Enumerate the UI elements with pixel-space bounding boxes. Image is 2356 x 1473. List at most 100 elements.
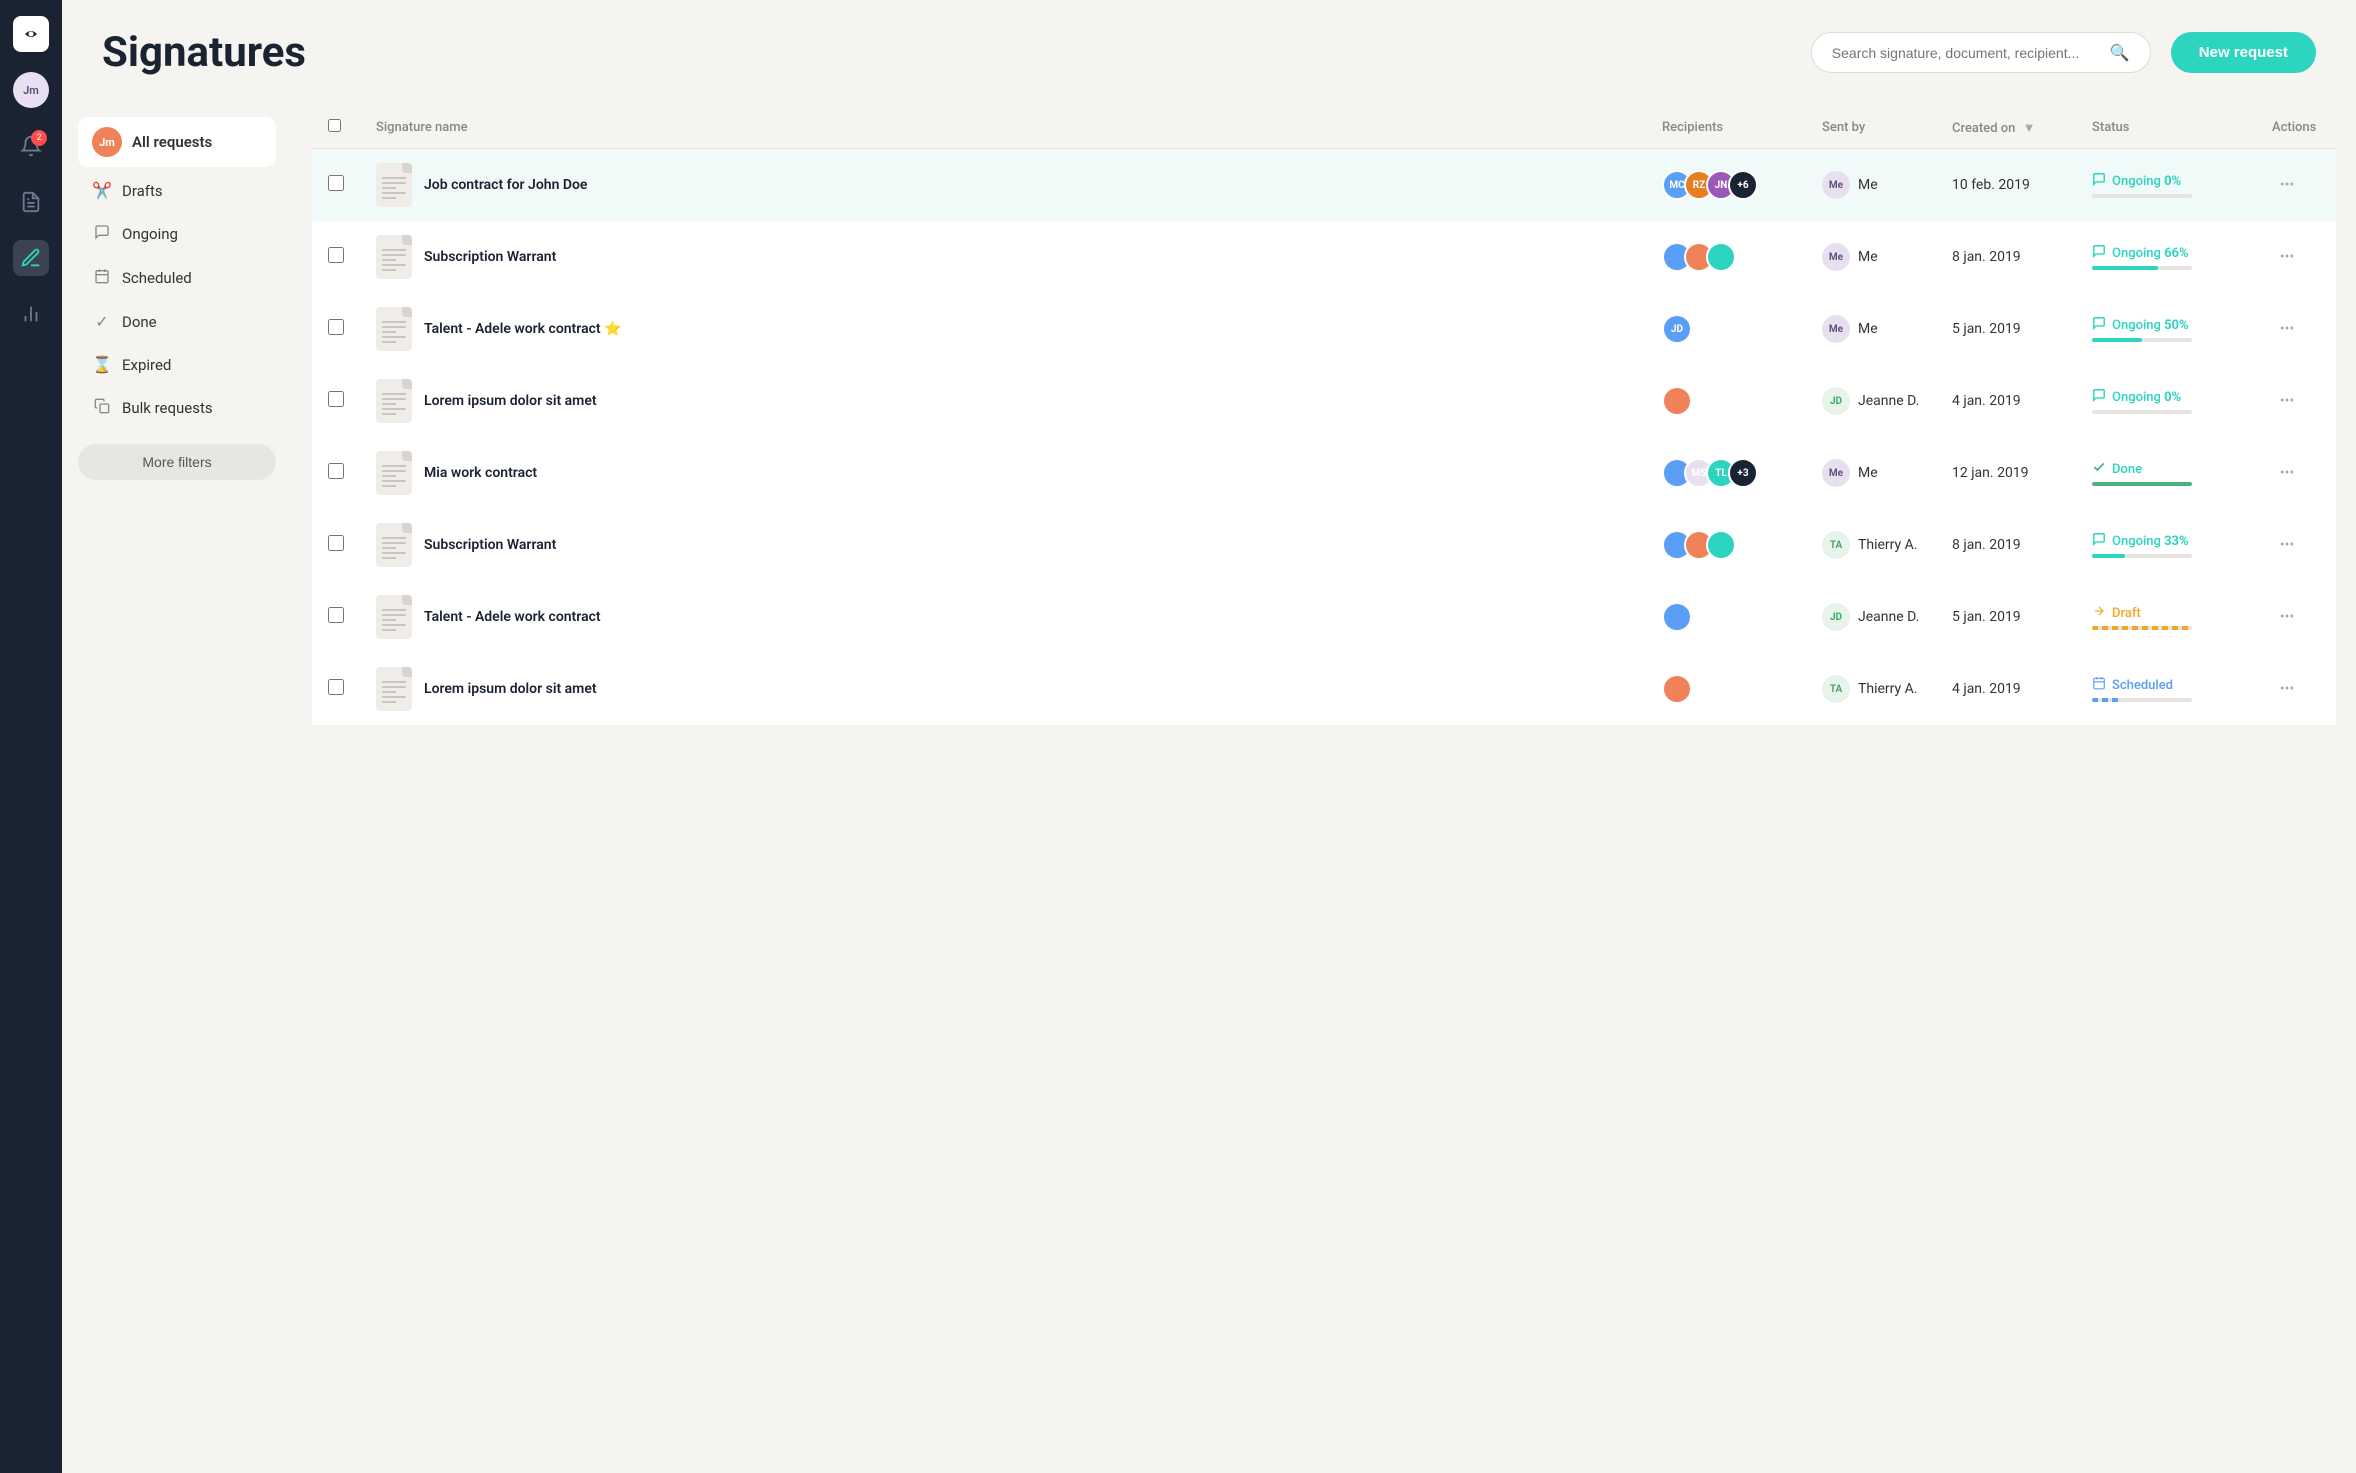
status-label: Ongoing 66% [2092,244,2240,262]
row-checkbox-cell [312,149,360,221]
row-recipients-cell: JD [1646,293,1806,365]
sidebar-item-done[interactable]: ✓ Done [78,302,276,341]
row-actions-cell: ••• [2256,221,2336,293]
doc-cell: Mia work contract [376,451,1630,495]
table-row[interactable]: Lorem ipsum dolor sit amet TA Thierry A.… [312,653,2336,725]
status-label: Ongoing 50% [2092,316,2240,334]
table-row[interactable]: Talent - Adele work contract ⭐ JD Me Me … [312,293,2336,365]
doc-name: Mia work contract [424,465,537,481]
row-checkbox[interactable] [328,607,344,623]
th-actions: Actions [2256,107,2336,149]
recipient-avatar [1662,386,1692,416]
table-area: Signature name Recipients Sent by Create… [292,97,2356,1473]
actions-menu-button[interactable]: ••• [2272,530,2302,560]
sender-avatar: Me [1822,243,1850,271]
sidebar-item-all-requests[interactable]: Jm All requests [78,117,276,167]
doc-cell: Subscription Warrant [376,523,1630,567]
table-row[interactable]: Subscription Warrant TA Thierry A. 8 jan… [312,509,2336,581]
row-checkbox-cell [312,293,360,365]
notification-badge: 2 [31,130,47,146]
row-checkbox[interactable] [328,535,344,551]
th-status: Status [2076,107,2256,149]
recipients-avatars: JD [1662,314,1790,344]
row-checkbox[interactable] [328,391,344,407]
row-date-cell: 12 jan. 2019 [1936,437,2076,509]
row-actions-cell: ••• [2256,365,2336,437]
doc-thumbnail [376,667,412,711]
sidebar-item-drafts[interactable]: ✂️ Drafts [78,171,276,210]
th-sent-by: Sent by [1806,107,1936,149]
row-checkbox[interactable] [328,319,344,335]
status-cell: Scheduled [2092,676,2240,702]
doc-name: Talent - Adele work contract ⭐ [424,321,622,337]
all-requests-avatar: Jm [92,127,122,157]
table-row[interactable]: Talent - Adele work contract JD Jeanne D… [312,581,2336,653]
row-recipients-cell [1646,221,1806,293]
actions-menu-button[interactable]: ••• [2272,170,2302,200]
sidebar-item-ongoing[interactable]: Ongoing [78,214,276,254]
sidebar-item-done-label: Done [122,313,157,331]
nav-documents[interactable] [13,184,49,220]
table-row[interactable]: Job contract for John Doe MCRZJN+6 Me Me… [312,149,2336,221]
row-status-cell: Ongoing 0% [2076,365,2256,437]
calendar-icon [92,268,112,288]
signatures-table: Signature name Recipients Sent by Create… [312,107,2336,725]
search-input[interactable] [1832,45,2100,61]
row-status-cell: Done [2076,437,2256,509]
row-actions-cell: ••• [2256,149,2336,221]
row-status-cell: Ongoing 0% [2076,149,2256,221]
table-row[interactable]: Lorem ipsum dolor sit amet JD Jeanne D. … [312,365,2336,437]
status-icon [2092,244,2106,262]
actions-menu-button[interactable]: ••• [2272,314,2302,344]
doc-name: Subscription Warrant [424,249,556,265]
sender-avatar: TA [1822,531,1850,559]
row-sender-cell: Me Me [1806,149,1936,221]
nav-analytics[interactable] [13,296,49,332]
nav-signatures[interactable] [13,240,49,276]
row-checkbox[interactable] [328,175,344,191]
th-created-on[interactable]: Created on ▼ [1936,107,2076,149]
recipients-avatars [1662,674,1790,704]
status-icon [2092,172,2106,190]
search-bar[interactable]: 🔍 [1811,32,2151,73]
status-icon [2092,460,2106,478]
row-status-cell: Draft [2076,581,2256,653]
recipients-avatars [1662,386,1790,416]
row-recipients-cell: MSTL+3 [1646,437,1806,509]
copy-icon [92,398,112,418]
row-name-cell: Talent - Adele work contract ⭐ [360,293,1646,365]
sender-cell: TA Thierry A. [1822,675,1920,703]
more-filters-button[interactable]: More filters [78,444,276,480]
row-name-cell: Job contract for John Doe [360,149,1646,221]
row-checkbox[interactable] [328,679,344,695]
doc-cell: Job contract for John Doe [376,163,1630,207]
table-row[interactable]: Mia work contract MSTL+3 Me Me 12 jan. 2… [312,437,2336,509]
nav-notifications[interactable]: 2 [13,128,49,164]
sidebar-item-expired[interactable]: ⌛ Expired [78,345,276,384]
actions-menu-button[interactable]: ••• [2272,386,2302,416]
row-name-cell: Lorem ipsum dolor sit amet [360,365,1646,437]
sender-avatar: JD [1822,603,1850,631]
actions-menu-button[interactable]: ••• [2272,602,2302,632]
doc-cell: Talent - Adele work contract [376,595,1630,639]
recipient-avatar: JD [1662,314,1692,344]
actions-menu-button[interactable]: ••• [2272,674,2302,704]
sidebar-item-bulk[interactable]: Bulk requests [78,388,276,428]
sender-name: Thierry A. [1858,681,1917,697]
actions-menu-button[interactable]: ••• [2272,458,2302,488]
sidebar-item-bulk-label: Bulk requests [122,399,213,417]
new-request-button[interactable]: New request [2171,32,2316,73]
sender-avatar: TA [1822,675,1850,703]
row-checkbox[interactable] [328,463,344,479]
row-checkbox[interactable] [328,247,344,263]
recipients-avatars [1662,242,1790,272]
sidebar-item-scheduled[interactable]: Scheduled [78,258,276,298]
sort-icon: ▼ [2023,120,2036,136]
recipient-avatar [1662,602,1692,632]
row-date-cell: 4 jan. 2019 [1936,653,2076,725]
select-all-checkbox[interactable] [328,119,341,132]
sidebar-item-drafts-label: Drafts [122,182,163,200]
user-avatar[interactable]: Jm [13,72,49,108]
table-row[interactable]: Subscription Warrant Me Me 8 jan. 2019 O… [312,221,2336,293]
actions-menu-button[interactable]: ••• [2272,242,2302,272]
